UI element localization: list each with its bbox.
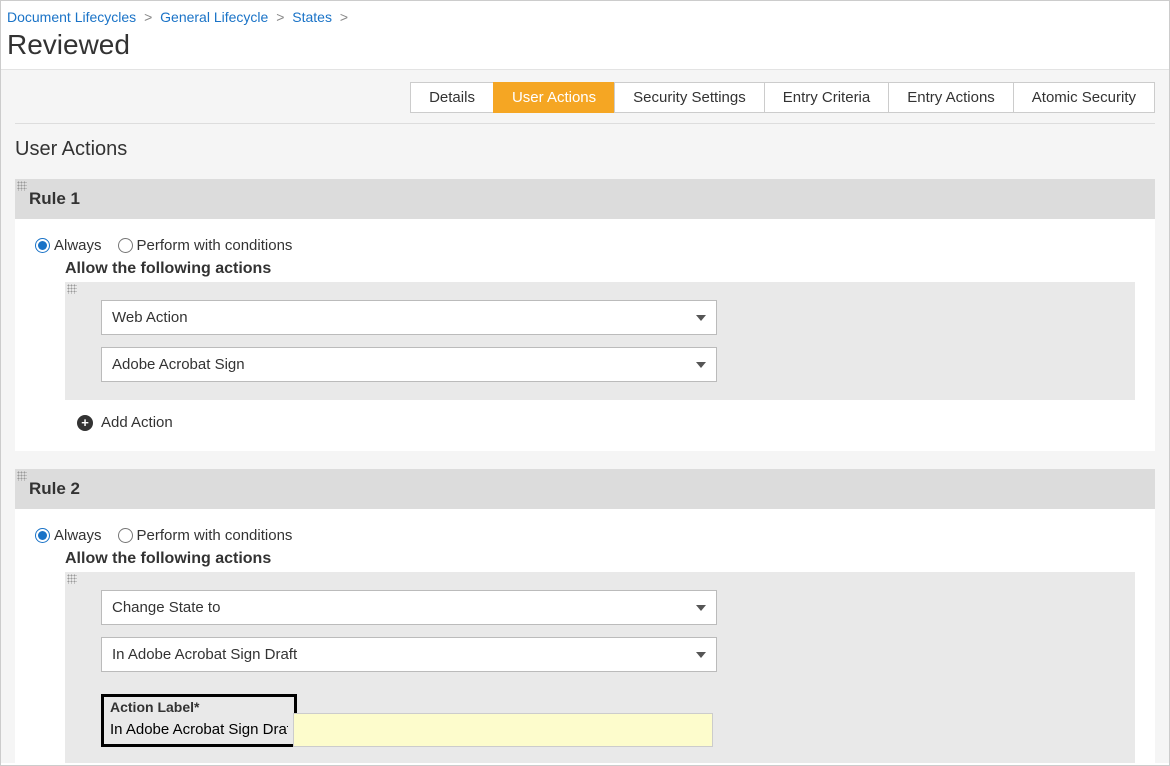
tab-security-settings[interactable]: Security Settings [614,82,765,113]
radio-always-input[interactable] [35,528,50,543]
rule-header: Rule 1 [15,179,1155,219]
radio-conditions[interactable]: Perform with conditions [118,527,293,544]
breadcrumb-link[interactable]: General Lifecycle [160,9,268,25]
main-panel: Details User Actions Security Settings E… [1,69,1169,763]
drag-handle-icon[interactable] [67,284,77,294]
rule-title: Rule 2 [29,479,80,498]
section-title: User Actions [15,138,1155,161]
actions-box: Web Action Adobe Acrobat Sign [65,282,1135,400]
rule-body: Always Perform with conditions Allow the… [15,219,1155,451]
action-label-group: Action Label* [101,694,297,747]
tabs-bar: Details User Actions Security Settings E… [15,70,1155,113]
radio-conditions-input[interactable] [118,238,133,253]
chevron-down-icon [696,605,706,611]
action-type-select[interactable]: Web Action [101,300,717,335]
rule-title: Rule 1 [29,189,80,208]
tab-atomic-security[interactable]: Atomic Security [1013,82,1155,113]
page-title: Reviewed [1,29,1169,69]
drag-handle-icon[interactable] [17,181,27,191]
breadcrumb-separator: > [144,9,152,25]
rule-block: Rule 2 Always Perform with conditions Al… [15,469,1155,763]
breadcrumb-link[interactable]: Document Lifecycles [7,9,136,25]
rule-body: Always Perform with conditions Allow the… [15,509,1155,763]
tab-entry-actions[interactable]: Entry Actions [888,82,1014,113]
select-value: Web Action [112,309,188,326]
radio-always[interactable]: Always [35,527,102,544]
radio-always-label: Always [54,527,102,544]
radio-always[interactable]: Always [35,237,102,254]
action-value-select[interactable]: In Adobe Acrobat Sign Draft [101,637,717,672]
drag-handle-icon[interactable] [67,574,77,584]
tab-entry-criteria[interactable]: Entry Criteria [764,82,890,113]
action-label-input-extension[interactable] [293,713,713,747]
radio-always-input[interactable] [35,238,50,253]
chevron-down-icon [696,315,706,321]
tab-details[interactable]: Details [410,82,494,113]
tab-user-actions[interactable]: User Actions [493,82,615,113]
select-value: Change State to [112,599,220,616]
rule-block: Rule 1 Always Perform with conditions Al… [15,179,1155,451]
action-label-input[interactable] [104,717,294,744]
plus-circle-icon: + [77,415,93,431]
radio-conditions[interactable]: Perform with conditions [118,237,293,254]
breadcrumb-link[interactable]: States [292,9,332,25]
radio-conditions-label: Perform with conditions [137,527,293,544]
action-value-select[interactable]: Adobe Acrobat Sign [101,347,717,382]
allow-actions-heading: Allow the following actions [65,260,1135,278]
breadcrumb: Document Lifecycles > General Lifecycle … [1,1,1169,29]
divider [15,123,1155,124]
select-value: Adobe Acrobat Sign [112,356,245,373]
condition-radio-row: Always Perform with conditions [35,527,1135,544]
add-action-label: Add Action [101,414,173,431]
rule-header: Rule 2 [15,469,1155,509]
radio-conditions-input[interactable] [118,528,133,543]
chevron-down-icon [696,652,706,658]
action-type-select[interactable]: Change State to [101,590,717,625]
add-action-button[interactable]: + Add Action [77,414,1135,431]
chevron-down-icon [696,362,706,368]
allow-actions-heading: Allow the following actions [65,550,1135,568]
drag-handle-icon[interactable] [17,471,27,481]
radio-conditions-label: Perform with conditions [137,237,293,254]
radio-always-label: Always [54,237,102,254]
breadcrumb-separator: > [276,9,284,25]
condition-radio-row: Always Perform with conditions [35,237,1135,254]
action-label-field-label: Action Label* [104,697,294,717]
breadcrumb-separator: > [340,9,348,25]
actions-box: Change State to In Adobe Acrobat Sign Dr… [65,572,1135,763]
select-value: In Adobe Acrobat Sign Draft [112,646,297,663]
